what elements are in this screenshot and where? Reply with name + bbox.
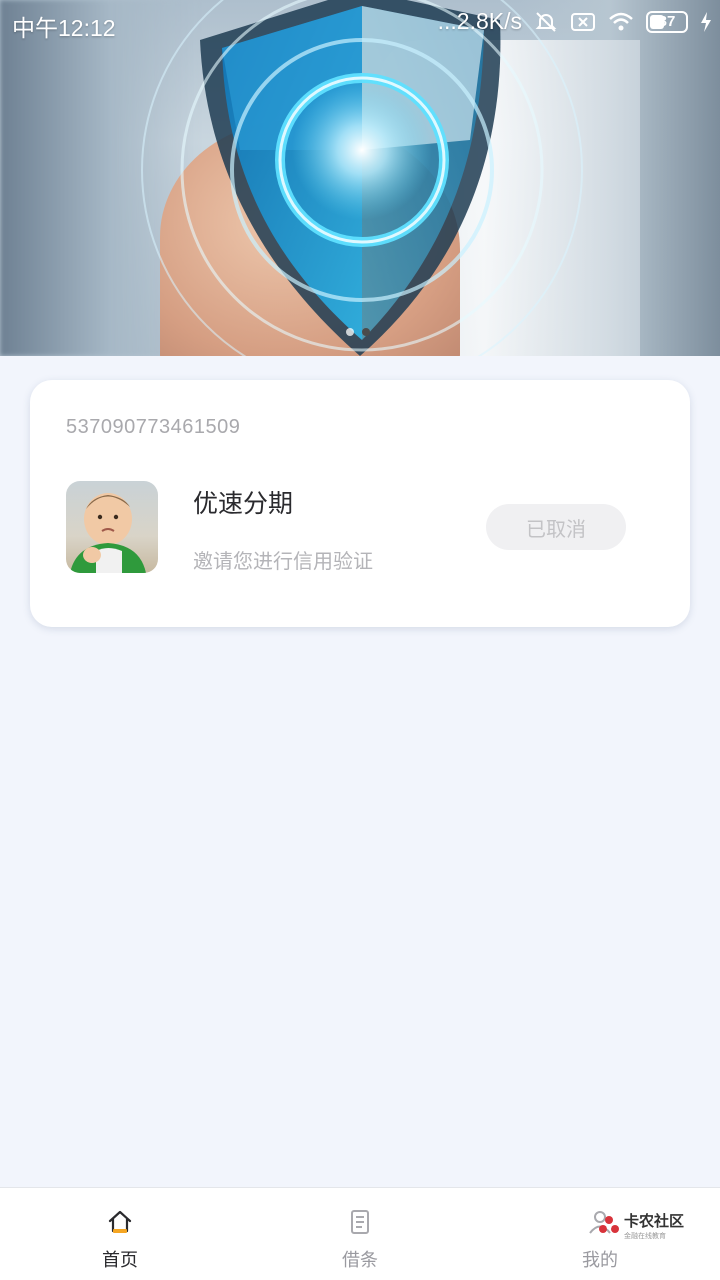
cancelled-status-button[interactable]: 已取消 <box>486 504 626 550</box>
watermark-logo: 卡农社区 金融在线教育 <box>598 1210 684 1241</box>
battery-level: 37 <box>658 12 676 30</box>
carousel-dot[interactable] <box>346 328 354 336</box>
charging-icon <box>701 11 711 32</box>
status-icons: ...2.8K/s 37 <box>438 8 712 35</box>
battery-icon: 37 <box>646 10 688 33</box>
product-avatar <box>66 481 158 573</box>
carousel-dot-active[interactable] <box>362 328 370 336</box>
tab-home-label: 首页 <box>102 1250 138 1271</box>
wifi-icon <box>609 12 633 30</box>
tab-home[interactable]: 首页 <box>0 1188 240 1280</box>
product-subtitle: 邀请您进行信用验证 <box>193 549 373 573</box>
mute-bell-icon <box>535 11 557 32</box>
security-shield-icon <box>141 0 583 356</box>
watermark-title: 卡农社区 <box>623 1212 684 1230</box>
tab-loan-note-label: 借条 <box>342 1250 378 1271</box>
status-time: 中午12:12 <box>12 15 116 41</box>
tab-mine-label: 我的 <box>582 1250 618 1271</box>
no-sim-icon <box>571 12 595 31</box>
network-speed: ...2.8K/s <box>437 8 522 34</box>
order-card[interactable]: 537090773461509 优速分期 邀请您进行信用验证 已取消 <box>30 380 690 627</box>
product-name: 优速分期 <box>193 489 294 518</box>
tab-loan-note[interactable]: 借条 <box>240 1188 480 1280</box>
carousel-indicator <box>346 328 370 336</box>
watermark-subtitle: 金融在线教育 <box>623 1232 666 1240</box>
kanong-logo-icon <box>598 1215 619 1233</box>
order-number: 537090773461509 <box>66 416 241 438</box>
banner-carousel[interactable]: 中午12:12 ...2.8K/s 37 <box>0 0 720 356</box>
home-icon <box>108 1210 132 1233</box>
document-icon <box>351 1210 369 1234</box>
status-bar: 中午12:12 ...2.8K/s 37 <box>0 0 720 46</box>
